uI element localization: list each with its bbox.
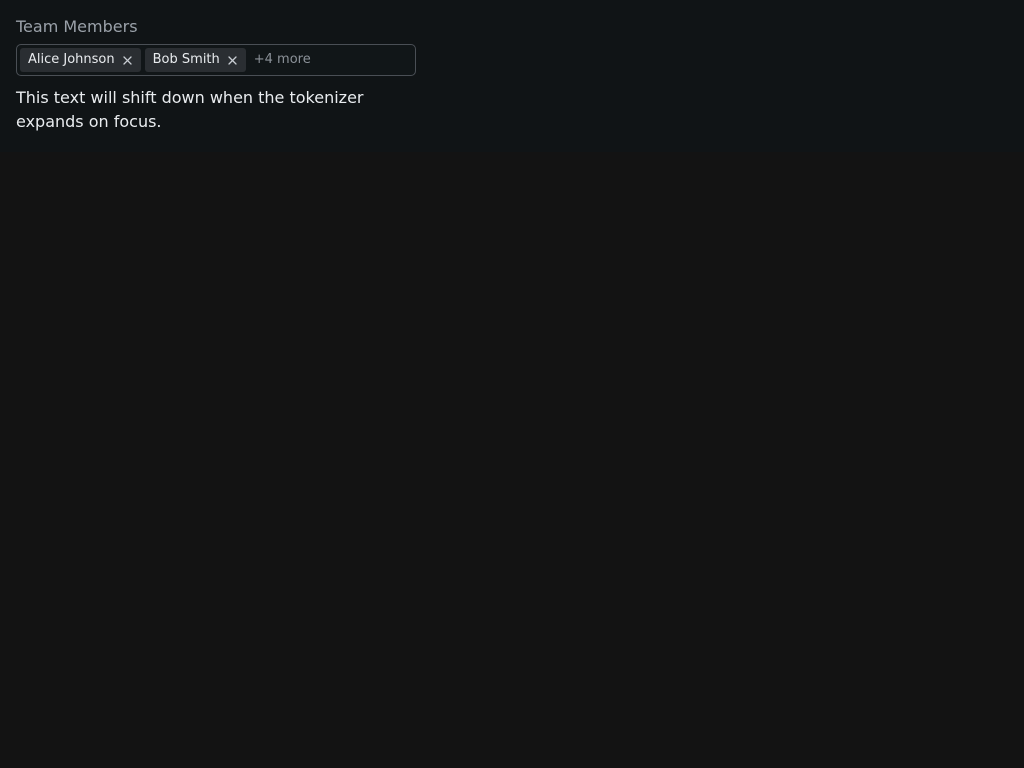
team-members-field: Team Members Alice Johnson Bob Smith +4 … [16, 16, 416, 134]
helper-text: This text will shift down when the token… [16, 88, 364, 131]
close-icon[interactable] [123, 55, 133, 65]
field-label: Team Members [16, 17, 138, 36]
token-label: Bob Smith [152, 52, 220, 67]
token-bob-smith[interactable]: Bob Smith [144, 48, 246, 72]
close-icon[interactable] [228, 55, 238, 65]
tokenizer-input[interactable]: Alice Johnson Bob Smith +4 more [16, 44, 416, 76]
more-tokens-indicator[interactable]: +4 more [254, 48, 311, 72]
token-label: Alice Johnson [28, 52, 115, 67]
token-alice-johnson[interactable]: Alice Johnson [20, 48, 141, 72]
